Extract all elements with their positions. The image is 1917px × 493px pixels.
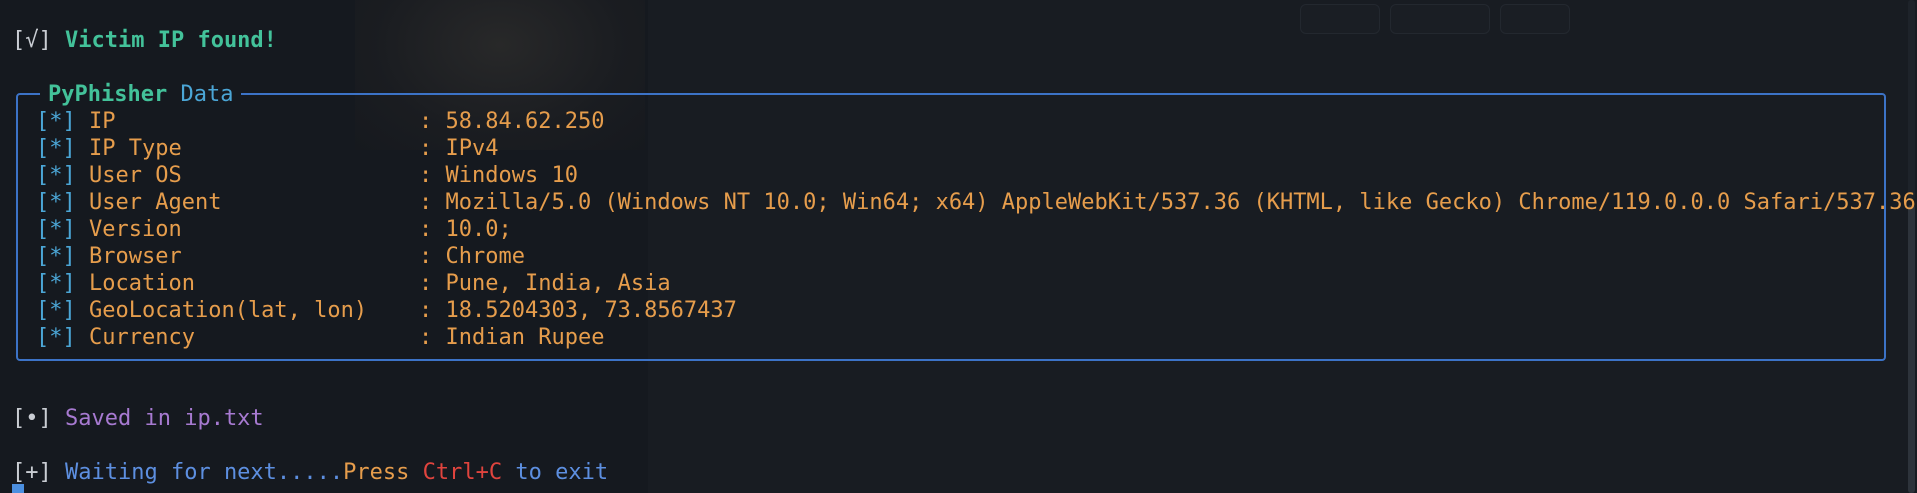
row-marker: [*] (36, 298, 76, 323)
row-key: IP Type (89, 136, 182, 161)
row-separator: : (419, 244, 446, 269)
row-separator: : (419, 325, 446, 350)
row-value: Indian Rupee (445, 325, 605, 350)
row-key: IP (89, 109, 116, 134)
saved-marker: [•] (12, 406, 52, 431)
row-marker: [*] (36, 190, 76, 215)
row-key: GeoLocation(lat, lon) (89, 298, 368, 323)
row-value: 10.0; (445, 217, 512, 242)
data-row-user-agent: [*] User Agent: Mozilla/5.0 (Windows NT … (36, 189, 1916, 216)
terminal-window: [√] Victim IP found! PyPhisher Data [*] … (0, 0, 1917, 493)
row-key: User Agent (89, 190, 222, 215)
row-separator: : (419, 298, 446, 323)
row-value: Windows 10 (445, 163, 578, 188)
row-marker: [*] (36, 163, 76, 188)
waiting-message: Waiting for next..... (65, 460, 344, 485)
row-value: Mozilla/5.0 (Windows NT 10.0; Win64; x64… (445, 190, 1916, 215)
panel-title-bold: PyPhisher (48, 82, 168, 107)
row-marker: [*] (36, 217, 76, 242)
ctrl-c-keys: Ctrl+C (422, 460, 503, 485)
terminal-cursor[interactable] (12, 484, 24, 493)
data-row-user-os: [*] User OS: Windows 10 (36, 162, 578, 189)
row-key: Currency (89, 325, 195, 350)
row-marker: [*] (36, 136, 76, 161)
row-value: Pune, India, Asia (445, 271, 671, 296)
press-text: Press (343, 460, 423, 485)
row-marker: [*] (36, 109, 76, 134)
saved-message: Saved in ip.txt (65, 406, 264, 431)
row-separator: : (419, 136, 446, 161)
row-marker: [*] (36, 244, 76, 269)
waiting-marker: [+] (12, 460, 52, 485)
row-separator: : (419, 163, 446, 188)
row-key: Location (89, 271, 195, 296)
data-row-location: [*] Location: Pune, India, Asia (36, 270, 671, 297)
row-marker: [*] (36, 325, 76, 350)
row-value: 18.5204303, 73.8567437 (445, 298, 737, 323)
panel-title: PyPhisher Data (40, 81, 242, 108)
data-row-ip-type: [*] IP Type: IPv4 (36, 135, 498, 162)
row-value: Chrome (445, 244, 525, 269)
status-bracket-close: ] (38, 28, 52, 53)
exit-text: to exit (502, 460, 609, 485)
panel-title-rest: Data (180, 82, 234, 107)
data-row-version: [*] Version: 10.0; (36, 216, 512, 243)
row-separator: : (419, 271, 446, 296)
victim-found-message: Victim IP found! (65, 28, 277, 53)
row-marker: [*] (36, 271, 76, 296)
row-value: IPv4 (445, 136, 499, 161)
row-value: 58.84.62.250 (445, 109, 605, 134)
data-row-geolocation: [*] GeoLocation(lat, lon): 18.5204303, 7… (36, 297, 737, 324)
data-row-ip: [*] IP: 58.84.62.250 (36, 108, 604, 135)
saved-line: [•] Saved in ip.txt (12, 405, 264, 432)
status-bracket-open: [ (12, 28, 26, 53)
row-key: Browser (89, 244, 182, 269)
row-separator: : (419, 109, 446, 134)
data-row-browser: [*] Browser: Chrome (36, 243, 525, 270)
row-separator: : (419, 190, 446, 215)
row-separator: : (419, 217, 446, 242)
victim-found-line: [√] Victim IP found! (12, 27, 277, 54)
check-icon: √ (25, 28, 39, 53)
row-key: User OS (89, 163, 182, 188)
data-row-currency: [*] Currency: Indian Rupee (36, 324, 604, 351)
waiting-line: [+] Waiting for next.....Press Ctrl+C to… (12, 459, 608, 486)
row-key: Version (89, 217, 182, 242)
